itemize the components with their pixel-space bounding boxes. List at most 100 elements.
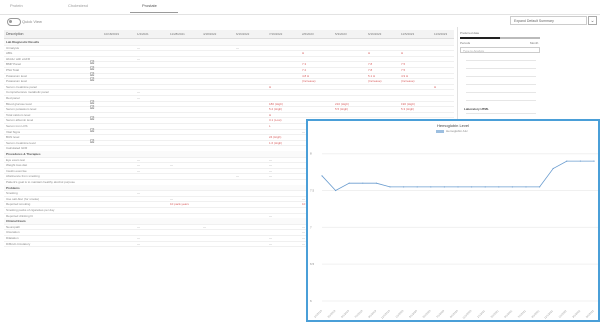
y-tick-label: 8 — [310, 152, 312, 156]
row-description: Reported smoking — [6, 202, 31, 207]
table-cell: — — [137, 90, 140, 95]
table-cell: 4.8 H — [302, 73, 310, 78]
side-section-title: Laboratory HTML — [464, 107, 489, 111]
row-description: Lab Diagnostic Results — [6, 40, 40, 44]
row-description: BUN level — [6, 135, 20, 140]
slider-label: Preferred date — [460, 31, 480, 35]
table-cell: — — [137, 157, 140, 162]
column-header-date[interactable]: 11/5/2023 — [401, 32, 414, 36]
row-description: Patient's goal is to maintain healthy al… — [6, 180, 75, 184]
row-description: Difficult circulatory — [6, 241, 31, 246]
table-cell: — — [302, 236, 305, 240]
y-tick-label: 7.5 — [310, 189, 315, 193]
row-description: Vital Signs — [6, 129, 21, 134]
side-list-item — [466, 60, 536, 61]
table-cell: — — [137, 236, 140, 240]
x-tick-label: 3/1/2021 — [490, 308, 500, 318]
row-checkbox[interactable]: ☑ — [90, 117, 94, 122]
row-description: Procedures & Therapies — [6, 152, 41, 156]
row-description: Abstinence from smoking — [6, 174, 40, 179]
analyze-search-input[interactable]: Type to Analyze — [460, 47, 540, 53]
side-list-item — [466, 68, 536, 69]
table-cell: — — [302, 241, 305, 246]
row-description: Insulin exercise — [6, 168, 27, 173]
column-header-date[interactable]: 11/9/2023 — [434, 32, 447, 36]
row-description: Serum creatinine panel — [6, 84, 37, 89]
table-cell: 7.8 — [368, 68, 373, 72]
table-cell: — — [302, 224, 305, 229]
table-cell: 5.3 (High) — [401, 107, 415, 112]
table-cell: 10 pack-years — [170, 202, 189, 207]
table-cell: 7.3 — [302, 62, 307, 67]
table-cell: — — [269, 168, 272, 173]
row-description: PSA Total — [6, 68, 19, 72]
column-header-date[interactable]: 2/6/2023 — [302, 32, 314, 36]
row-description: Serum creatinine level — [6, 140, 36, 145]
row-description: Comprehensive metabolic panel — [6, 90, 49, 95]
x-tick-label: 11/1/2020 — [461, 308, 472, 319]
column-header-date[interactable]: 11/28/2021 — [170, 32, 185, 36]
row-checkbox[interactable]: ☑ — [90, 78, 94, 83]
table-cell: — — [302, 196, 305, 201]
tab-protein[interactable]: Protein — [10, 3, 23, 8]
table-cell: 180 (High) — [269, 101, 284, 106]
table-cell: 1.6 (High) — [269, 140, 283, 145]
column-header-date[interactable]: 7/19/2022 — [269, 32, 282, 36]
table-cell: (Increase) — [401, 79, 415, 84]
table-cell: — — [137, 96, 140, 100]
tab-cholesterol[interactable]: Cholesterol — [68, 3, 88, 8]
row-description: Red panel — [6, 96, 20, 100]
table-cell: — — [269, 174, 272, 179]
column-header-date[interactable]: 4/18/2022 — [203, 32, 216, 36]
table-cell: — — [269, 163, 272, 168]
x-tick-label: 1/1/2020 — [394, 308, 404, 318]
summary-select[interactable]: Expand Default Summary — [510, 16, 587, 25]
column-header-date[interactable]: 6/16/2023 — [368, 32, 381, 36]
slider-fill — [500, 37, 540, 39]
table-cell: — — [302, 129, 305, 134]
x-tick-label: 5/1/2020 — [422, 308, 432, 318]
side-list-item — [466, 76, 536, 77]
row-description: Reported drinking ht — [6, 213, 34, 218]
column-header-date[interactable]: 6/16/2022 — [236, 32, 249, 36]
table-header: Description 10/18/2019 1/4/2021 11/28/2021… — [4, 30, 454, 39]
side-list-item — [466, 113, 536, 114]
column-header-date[interactable]: 10/18/2019 — [104, 32, 119, 36]
table-cell: 7.2 — [302, 68, 307, 72]
x-tick-label: 1/1/2022 — [558, 308, 568, 318]
hemoglobin-chart-popup: Hemoglobin Level Hemoglobin A1c 8 7.5 7 6.5… — [306, 119, 600, 322]
row-description: Problems — [6, 185, 20, 190]
table-cell: 190 (High) — [401, 101, 416, 106]
tab-prostate[interactable]: Prostate — [142, 3, 157, 8]
table-cell: 5.2 (High) — [269, 107, 283, 112]
row-checkbox[interactable]: ☑ — [90, 106, 94, 111]
table-cell: H — [368, 51, 371, 56]
table-cell: L — [269, 124, 271, 128]
table-cell: 24 (High) — [269, 135, 282, 140]
table-cell: H — [401, 51, 404, 56]
row-checkbox[interactable]: ☑ — [90, 128, 94, 134]
row-checkbox[interactable]: ☑ — [90, 139, 94, 145]
column-header-date[interactable]: 1/4/2021 — [137, 32, 149, 36]
row-description: ABG — [6, 51, 13, 56]
table-cell: H — [269, 112, 272, 117]
x-tick-label: 1/1/2019 — [313, 308, 323, 318]
table-cell: — — [170, 196, 173, 201]
row-description: Eye exam test — [6, 157, 26, 162]
table-cell: (Increase) — [368, 79, 382, 84]
column-header-date[interactable]: 5/3/2023 — [335, 32, 347, 36]
row-description: Calculated GFR — [6, 146, 28, 151]
table-cell: — — [269, 213, 272, 218]
x-tick-label: 11/1/2019 — [380, 308, 391, 319]
table-cell: 7.8 — [368, 62, 373, 67]
table-cell: H — [434, 84, 437, 89]
x-tick-label: 5/1/2022 — [585, 308, 595, 318]
x-tick-label: 3/1/2019 — [326, 308, 336, 318]
chevron-down-icon[interactable]: ⌄ — [588, 16, 597, 25]
row-description: Potassium level — [6, 79, 28, 84]
table-cell: H — [302, 51, 305, 56]
table-cell: — — [137, 191, 140, 196]
table-cell: — — [137, 163, 140, 168]
row-description: BMP Panel — [6, 62, 21, 67]
row-description: Serum albumin level — [6, 118, 34, 123]
